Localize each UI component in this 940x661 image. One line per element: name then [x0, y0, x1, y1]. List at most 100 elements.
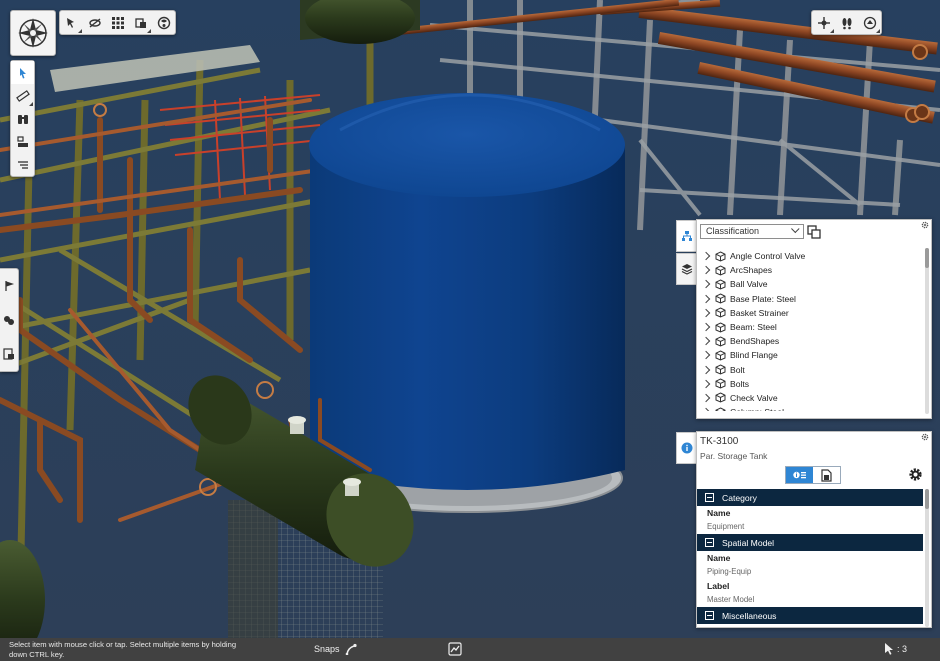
chevron-right-icon[interactable] — [701, 379, 711, 389]
status-message: Select item with mouse click or tap. Sel… — [9, 640, 237, 659]
cube-icon — [715, 336, 726, 347]
snaps-button[interactable]: Snaps — [314, 643, 357, 655]
pointer-icon — [19, 67, 26, 78]
classification-dropdown[interactable]: Classification — [700, 224, 804, 239]
clip-button[interactable] — [11, 130, 34, 153]
chevron-right-icon[interactable] — [701, 351, 711, 360]
walk-button[interactable] — [835, 11, 858, 34]
app-menu-button[interactable] — [10, 10, 56, 56]
panel-settings-icon[interactable] — [921, 221, 929, 229]
tree-item[interactable]: Check Valve — [701, 391, 921, 405]
chevron-right-icon[interactable] — [701, 266, 711, 275]
tree-item[interactable]: Bolts — [701, 377, 921, 391]
hierarchy-icon — [681, 231, 692, 241]
selection-count-value: : 3 — [897, 644, 908, 654]
chevron-right-icon[interactable] — [701, 407, 711, 411]
tab-layers[interactable] — [676, 253, 696, 285]
property-section-header[interactable]: Miscellaneous — [697, 607, 923, 624]
clip-icon — [16, 135, 28, 147]
tree-item[interactable]: Base Plate: Steel — [701, 292, 921, 306]
hide-button[interactable] — [83, 11, 106, 34]
property-label: Name — [707, 553, 731, 563]
chevron-right-icon[interactable] — [701, 365, 711, 374]
dropdown-corner-icon — [78, 29, 82, 33]
tree-item-label: BendShapes — [730, 336, 780, 347]
flag-button[interactable] — [0, 269, 18, 303]
chevron-right-icon[interactable] — [701, 294, 711, 303]
tab-properties[interactable] — [676, 432, 696, 464]
binoculars-button[interactable] — [11, 107, 34, 130]
selection-count: : 3 — [884, 643, 907, 655]
scrollbar-thumb[interactable] — [925, 248, 929, 268]
copy-icon[interactable] — [807, 225, 821, 239]
tree-item[interactable]: Beam: Steel — [701, 320, 921, 334]
cube-icon — [715, 251, 726, 262]
properties-scrollbar[interactable] — [925, 489, 929, 627]
tree-item[interactable]: Blind Flange — [701, 348, 921, 362]
tree-item[interactable]: Ball Valve — [701, 277, 921, 291]
property-value: Master Model — [707, 595, 755, 604]
tree-item[interactable]: ArcShapes — [701, 263, 921, 277]
tree-item[interactable]: Column: Steel — [701, 405, 921, 411]
visibility-button[interactable] — [0, 303, 18, 337]
tree-item-label: Angle Control Valve — [730, 251, 806, 262]
section-button[interactable] — [129, 11, 152, 34]
orbit-button[interactable] — [858, 11, 881, 34]
gear-icon[interactable] — [908, 467, 923, 482]
chevron-right-icon[interactable] — [701, 322, 711, 332]
scrollbar-thumb[interactable] — [925, 489, 929, 509]
chevron-right-icon[interactable] — [701, 308, 711, 318]
chevron-right-icon[interactable] — [701, 336, 711, 346]
collapse-icon[interactable] — [705, 538, 714, 547]
left-side-toolbar — [0, 268, 19, 372]
cursor-icon — [885, 643, 893, 655]
tree-item[interactable]: BendShapes — [701, 334, 921, 348]
property-label: Name — [707, 508, 731, 518]
tree-item-label: Ball Valve — [730, 279, 768, 290]
properties-document-mode-button[interactable] — [813, 467, 840, 483]
measure-icon — [15, 89, 30, 102]
cube-icon — [715, 350, 726, 361]
dropdown-corner-icon — [147, 29, 151, 33]
visibility-icon — [4, 316, 14, 325]
tab-classification[interactable] — [676, 220, 696, 252]
tree-item[interactable]: Basket Strainer — [701, 306, 921, 320]
tree-item-label: ArcShapes — [730, 265, 773, 276]
panel-settings-icon[interactable] — [921, 433, 929, 441]
zoom-fit-icon[interactable] — [448, 642, 462, 656]
section-name: Spatial Model — [722, 537, 775, 548]
collapse-icon[interactable] — [705, 493, 714, 502]
snap-icon — [345, 643, 357, 655]
compass-logo-icon — [18, 18, 48, 48]
properties-list-mode-button[interactable] — [786, 467, 813, 483]
cube-icon — [715, 364, 726, 375]
status-bar: Select item with mouse click or tap. Sel… — [0, 638, 940, 661]
render-mode-button[interactable] — [152, 11, 175, 34]
selected-item-title: TK-3100 — [700, 436, 739, 447]
cube-icon — [715, 293, 726, 304]
measure-button[interactable] — [11, 84, 34, 107]
markup-button[interactable] — [11, 153, 34, 176]
cube-icon — [715, 378, 726, 389]
chevron-right-icon[interactable] — [701, 280, 711, 289]
report-button[interactable] — [0, 337, 18, 371]
classification-tree: Angle Control Valve ArcShapes Ball Valve Ba… — [701, 249, 921, 411]
grid-button[interactable] — [106, 11, 129, 34]
fly-button[interactable] — [812, 11, 835, 34]
layers-icon — [681, 264, 692, 275]
selected-item-subtitle: Par. Storage Tank — [700, 451, 768, 461]
chevron-right-icon[interactable] — [701, 393, 711, 403]
tree-item[interactable]: Angle Control Valve — [701, 249, 921, 263]
info-icon — [681, 442, 692, 454]
pointer-button[interactable] — [11, 61, 34, 84]
property-section-header[interactable]: Spatial Model — [697, 534, 923, 551]
binoculars-icon — [17, 114, 28, 124]
chevron-right-icon[interactable] — [701, 251, 711, 261]
select-tool-button[interactable] — [60, 11, 83, 34]
tree-item-label: Column: Steel — [730, 407, 784, 411]
collapse-icon[interactable] — [705, 611, 714, 620]
tree-item-label: Basket Strainer — [730, 307, 789, 318]
property-section-header[interactable]: Category — [697, 489, 923, 506]
tree-scrollbar[interactable] — [925, 248, 929, 414]
tree-item[interactable]: Bolt — [701, 363, 921, 377]
